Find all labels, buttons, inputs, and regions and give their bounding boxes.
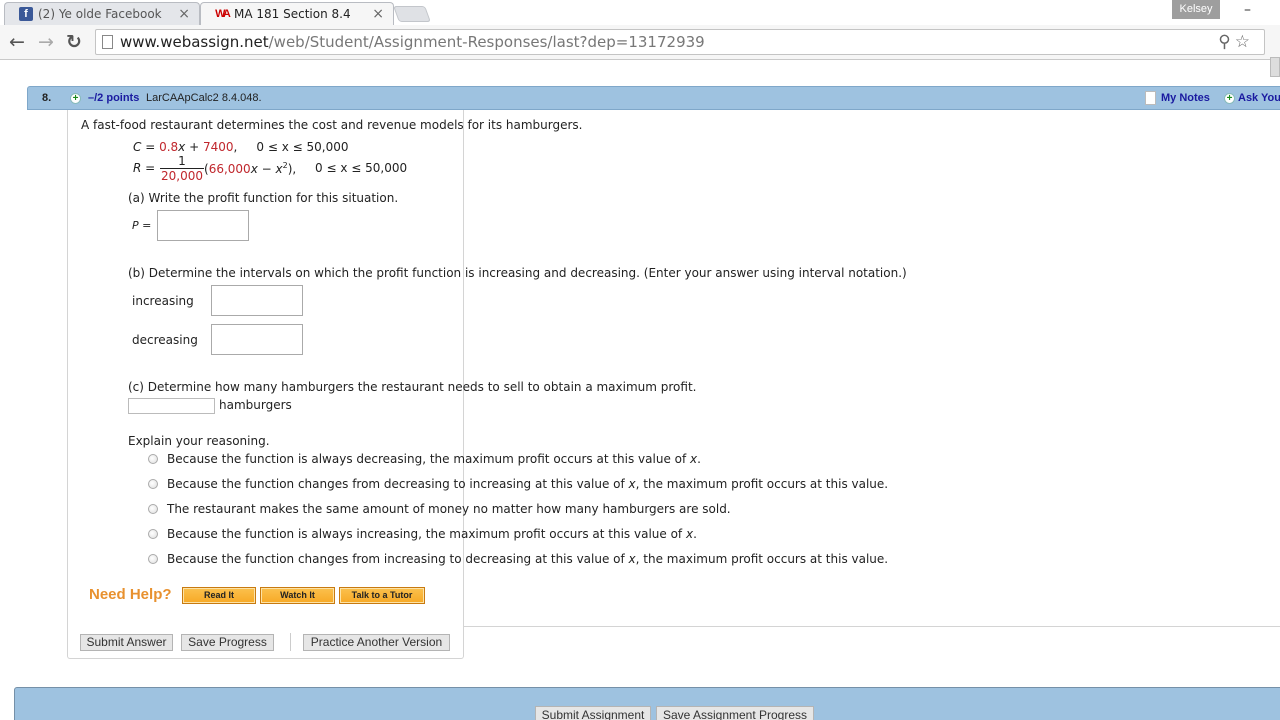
cost-label: C = [133, 140, 160, 154]
part-c-prompt: (c) Determine how many hamburgers the re… [128, 380, 697, 394]
fraction-numerator: 1 [160, 155, 204, 169]
revenue-expression: (66,000x − x2), [204, 161, 296, 176]
revenue-domain: 0 ≤ x ≤ 50,000 [315, 161, 408, 175]
option-tail: , the maximum profit occurs at this valu… [635, 477, 889, 491]
explain-label: Explain your reasoning. [128, 434, 270, 448]
reasoning-radio-3[interactable] [148, 504, 158, 514]
page-icon [102, 35, 113, 49]
url-host: www.webassign.net [120, 33, 269, 51]
decreasing-label: decreasing [132, 333, 198, 347]
profit-label: P = [132, 219, 152, 232]
cost-plus: + [185, 140, 203, 154]
reasoning-option-1[interactable]: Because the function is always decreasin… [167, 452, 701, 466]
question-number: 8. [42, 92, 52, 104]
option-text: Because the function changes from increa… [167, 552, 629, 566]
reload-icon[interactable]: ↻ [63, 31, 85, 53]
submit-assignment-button[interactable]: Submit Assignment [535, 706, 651, 720]
ask-teacher-link[interactable]: Ask You [1238, 92, 1280, 104]
option-var: x [628, 552, 636, 566]
need-help-label: Need Help? [89, 586, 172, 603]
reasoning-option-2[interactable]: Because the function changes from decrea… [167, 477, 888, 491]
revenue-minus: − x [257, 162, 283, 176]
tab-label: (2) Ye olde Facebook [38, 7, 162, 21]
decreasing-interval-input[interactable] [211, 324, 303, 355]
increasing-interval-input[interactable] [211, 285, 303, 316]
save-assignment-progress-button[interactable]: Save Assignment Progress [656, 706, 814, 720]
address-bar[interactable]: www.webassign.net/web/Student/Assignment… [95, 29, 1265, 55]
forward-arrow-icon[interactable]: → [35, 31, 57, 53]
option-text: The restaurant makes the same amount of … [167, 502, 731, 516]
cost-coef: 0.8 [159, 140, 179, 154]
revenue-label: R = [133, 161, 156, 175]
option-tail: . [693, 527, 697, 541]
tab-strip: f (2) Ye olde Facebook × WA MA 181 Secti… [0, 0, 1280, 25]
talk-to-tutor-button[interactable]: Talk to a Tutor [339, 587, 425, 604]
reasoning-option-5[interactable]: Because the function changes from increa… [167, 552, 888, 566]
option-text: Because the function is always increasin… [167, 527, 686, 541]
option-text: Because the function is always decreasin… [167, 452, 691, 466]
reasoning-option-4[interactable]: Because the function is always increasin… [167, 527, 697, 541]
tab-facebook[interactable]: f (2) Ye olde Facebook × [4, 2, 200, 25]
increasing-label: increasing [132, 294, 194, 308]
option-var: x [685, 527, 694, 541]
option-tail: . [697, 452, 701, 466]
tab-webassign[interactable]: WA MA 181 Section 8.4 × [200, 2, 394, 25]
close-icon[interactable]: × [372, 6, 384, 22]
revenue-fraction: 1 20,000 [160, 155, 204, 184]
fraction-denominator: 20,000 [161, 169, 203, 183]
question-intro: A fast-food restaurant determines the co… [81, 118, 583, 132]
save-progress-button[interactable]: Save Progress [181, 634, 274, 651]
practice-another-version-button[interactable]: Practice Another Version [303, 634, 450, 651]
ask-plus-icon: + [1224, 93, 1235, 104]
submit-answer-button[interactable]: Submit Answer [80, 634, 173, 651]
close-icon[interactable]: × [178, 6, 190, 22]
webassign-icon: WA [215, 8, 231, 20]
user-profile-badge[interactable]: Kelsey [1172, 0, 1220, 19]
option-text: Because the function changes from decrea… [167, 477, 629, 491]
divider [463, 626, 1280, 627]
part-a-prompt: (a) Write the profit function for this s… [128, 191, 399, 205]
hamburgers-input[interactable] [128, 398, 215, 414]
watch-it-button[interactable]: Watch It [260, 587, 335, 604]
reasoning-radio-1[interactable] [148, 454, 158, 464]
notes-icon [1145, 91, 1156, 105]
profit-function-input[interactable] [157, 210, 249, 241]
button-separator [290, 633, 291, 651]
zoom-icon[interactable]: ⚲ [1218, 32, 1234, 52]
new-tab-button[interactable] [393, 6, 431, 22]
cost-formula: C = 0.8x + 7400, 0 ≤ x ≤ 50,000 [133, 140, 348, 154]
question-source: LarCAApCalc2 8.4.048. [146, 92, 262, 104]
tab-label: MA 181 Section 8.4 [234, 7, 351, 21]
browser-toolbar: ← → ↻ www.webassign.net/web/Student/Assi… [0, 25, 1280, 77]
minimize-icon[interactable]: – [1244, 2, 1256, 18]
reasoning-radio-2[interactable] [148, 479, 158, 489]
reasoning-radio-4[interactable] [148, 529, 158, 539]
paren-close: ), [287, 162, 297, 176]
cost-domain: , 0 ≤ x ≤ 50,000 [233, 140, 349, 154]
read-it-button[interactable]: Read It [182, 587, 256, 604]
expand-plus-icon[interactable]: + [70, 93, 81, 104]
bookmark-star-icon[interactable]: ☆ [1235, 32, 1254, 52]
revenue-term: 66,000 [208, 162, 251, 176]
reasoning-radio-5[interactable] [148, 554, 158, 564]
facebook-icon: f [19, 7, 33, 21]
my-notes-link[interactable]: My Notes [1161, 92, 1210, 104]
hamburgers-unit: hamburgers [219, 398, 292, 412]
question-header: 8. + –/2 points LarCAApCalc2 8.4.048. My… [27, 86, 1280, 110]
option-tail: , the maximum profit occurs at this valu… [635, 552, 889, 566]
cost-const: 7400 [202, 140, 234, 154]
option-var: x [628, 477, 636, 491]
question-points: –/2 points [88, 92, 140, 104]
revenue-var: x [250, 162, 258, 176]
extension-icon[interactable] [1270, 57, 1280, 77]
url-path: /web/Student/Assignment-Responses/last?d… [268, 33, 705, 51]
part-b-prompt: (b) Determine the intervals on which the… [128, 266, 907, 280]
back-arrow-icon[interactable]: ← [6, 31, 28, 53]
reasoning-option-3[interactable]: The restaurant makes the same amount of … [167, 502, 731, 516]
